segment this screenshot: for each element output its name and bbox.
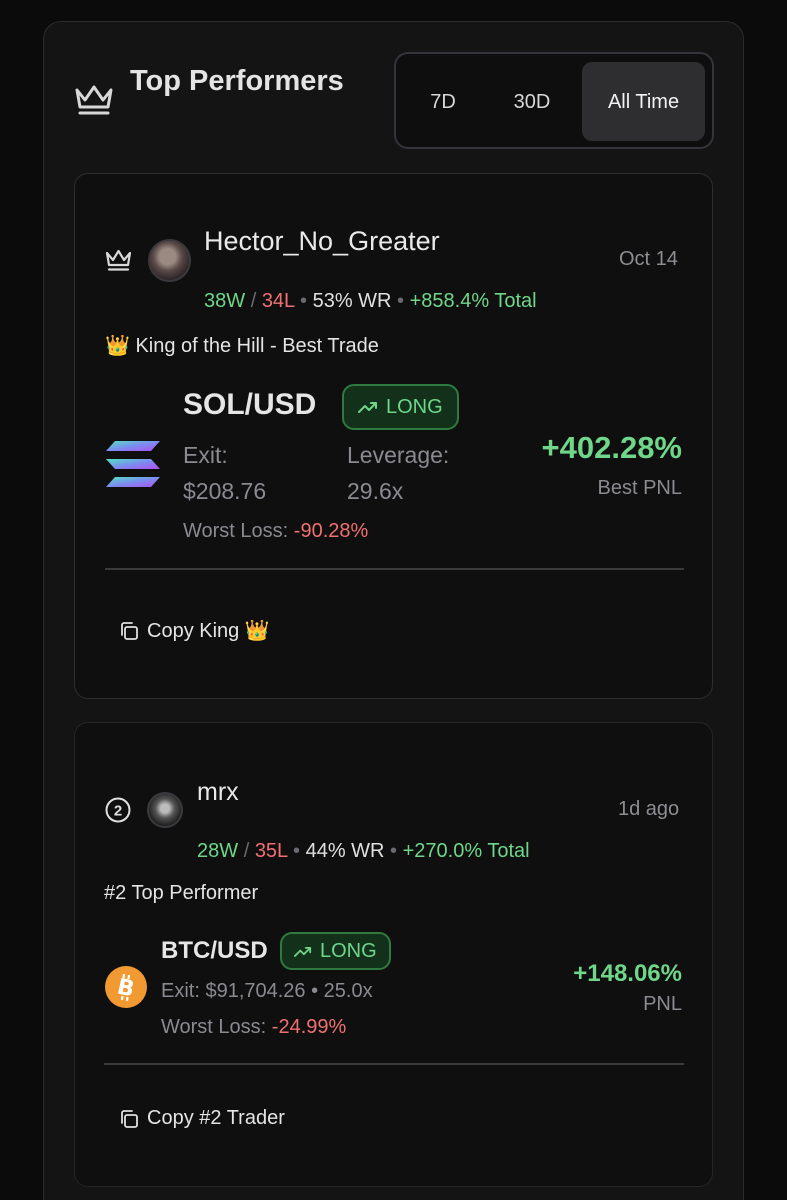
panel-title: Top Performers <box>130 65 344 97</box>
performer-card-2: 2 mrx 1d ago 28W / 35L • 44% WR • +270.0… <box>74 722 713 1187</box>
worst-loss-label: Worst Loss: <box>183 520 289 542</box>
worst-loss: Worst Loss: -90.28% <box>183 520 368 543</box>
trader-stats: 38W / 34L • 53% WR • +858.4% Total <box>204 290 537 312</box>
win-rate: 53% WR <box>312 290 392 312</box>
tab-30d[interactable]: 30D <box>492 62 572 141</box>
avatar[interactable] <box>147 792 183 828</box>
copy-button-label: Copy #2 Trader <box>147 1107 285 1129</box>
trader-name[interactable]: mrx <box>197 778 239 807</box>
worst-loss-value: -24.99% <box>271 1016 347 1038</box>
card-tagline: 👑 King of the Hill - Best Trade <box>105 335 379 357</box>
copy-icon <box>121 621 138 640</box>
win-rate: 44% WR <box>305 840 385 862</box>
best-pnl-label: Best PNL <box>597 477 682 499</box>
position-side-badge: LONG <box>342 384 459 430</box>
copy-king-button[interactable]: Copy King 👑 <box>119 618 270 643</box>
exit-label: Exit: <box>183 442 228 468</box>
leverage-label: Leverage: <box>347 442 450 468</box>
position-side-badge: LONG <box>280 932 391 970</box>
copy-icon <box>121 1109 138 1128</box>
trader-name[interactable]: Hector_No_Greater <box>204 226 440 257</box>
tab-7d[interactable]: 7D <box>406 62 480 141</box>
card-tagline: #2 Top Performer <box>104 882 259 904</box>
avatar[interactable] <box>148 239 191 282</box>
wins-count: 28W <box>197 840 239 862</box>
divider <box>104 1063 684 1065</box>
trader-stats: 28W / 35L • 44% WR • +270.0% Total <box>197 840 530 862</box>
copy-trader-button[interactable]: Copy #2 Trader <box>119 1107 285 1130</box>
bitcoin-icon: B <box>105 966 147 1008</box>
crown-icon <box>75 85 113 115</box>
pnl-label: PNL <box>643 993 682 1015</box>
total-pnl: +858.4% Total <box>409 290 537 312</box>
losses-count: 35L <box>254 840 288 862</box>
trade-date: 1d ago <box>618 798 680 820</box>
trending-up-icon <box>294 946 312 957</box>
leverage-value: 29.6x <box>347 478 404 504</box>
losses-count: 34L <box>261 290 295 312</box>
divider <box>105 568 684 570</box>
worst-loss: Worst Loss: -24.99% <box>161 1016 346 1039</box>
side-label: LONG <box>386 395 443 418</box>
copy-button-label: Copy King 👑 <box>147 620 270 642</box>
pnl-value: +148.06% <box>573 960 682 987</box>
trading-pair: SOL/USD <box>183 388 317 421</box>
exit-line: Exit: $91,704.26 • 25.0x <box>161 980 373 1002</box>
best-pnl-value: +402.28% <box>541 430 682 465</box>
worst-loss-label: Worst Loss: <box>161 1016 267 1038</box>
performer-card-1: Hector_No_Greater Oct 14 38W / 34L • 53%… <box>74 173 713 699</box>
crown-icon <box>105 249 132 271</box>
trade-date: Oct 14 <box>619 248 678 270</box>
trending-up-icon <box>358 402 377 413</box>
solana-icon <box>106 441 160 487</box>
side-label: LONG <box>320 939 377 962</box>
exit-value: $208.76 <box>183 478 267 504</box>
total-pnl: +270.0% Total <box>402 840 530 862</box>
worst-loss-value: -90.28% <box>293 520 369 542</box>
trading-pair: BTC/USD <box>161 937 268 964</box>
time-range-selector: 7D 30D All Time <box>394 52 714 149</box>
rank-2-icon: 2 <box>105 797 131 823</box>
tab-all-time[interactable]: All Time <box>582 62 705 141</box>
rank-number: 2 <box>114 803 122 820</box>
wins-count: 38W <box>204 290 246 312</box>
